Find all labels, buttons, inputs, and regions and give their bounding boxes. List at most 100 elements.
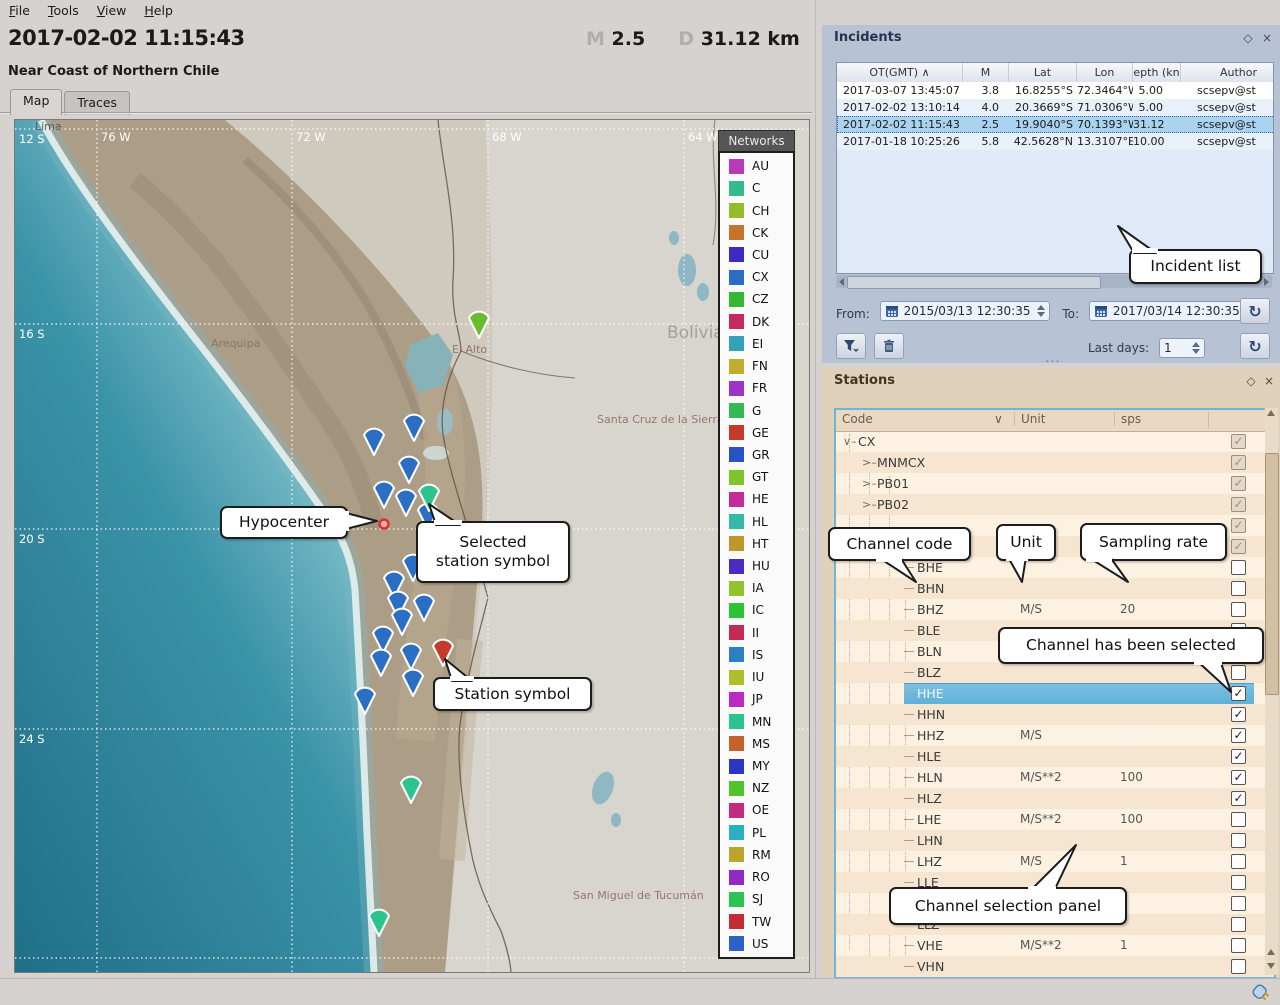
tree-row-PB02[interactable]: >–PB02✓ (836, 494, 1274, 515)
network-color-swatch (729, 803, 744, 818)
incident-row[interactable]: 2017-02-02 13:10:144.020.3669°S71.0306°W… (837, 99, 1274, 116)
tab-bar: MapTraces (10, 89, 132, 113)
tree-row-LHE[interactable]: LHEM/S1 (836, 809, 1274, 830)
channel-checkbox[interactable]: ✓ (1231, 749, 1246, 764)
from-spinner[interactable] (1037, 305, 1045, 317)
incident-row[interactable]: 2017-01-18 10:25:265.842.5628°N13.3107°E… (837, 133, 1274, 150)
channel-checkbox[interactable]: ✓ (1231, 497, 1246, 512)
column-header-lon[interactable]: Lon (1077, 63, 1133, 82)
tree-row-BHZ[interactable]: BHZM/S20 (836, 599, 1274, 620)
channel-checkbox[interactable] (1231, 560, 1246, 575)
tab-map[interactable]: Map (10, 89, 62, 115)
float-icon[interactable]: ◇ (1240, 30, 1256, 46)
channel-code: MNMCX (877, 452, 1276, 473)
network-code: IC (752, 603, 764, 617)
network-color-swatch (729, 647, 744, 662)
channel-checkbox[interactable]: ✓ (1231, 728, 1246, 743)
channel-checkbox[interactable]: ✓ (1231, 791, 1246, 806)
refresh-button[interactable]: ↻ (1240, 298, 1270, 324)
column-header-depth[interactable]: epth (kn (1133, 63, 1181, 82)
tree-row-VHE[interactable]: VHEM/S1/10 (836, 935, 1274, 956)
channel-checkbox[interactable]: ✓ (1231, 455, 1246, 470)
channel-checkbox[interactable]: ✓ (1231, 770, 1246, 785)
network-code: CZ (752, 292, 769, 306)
lat-label: 12 S (19, 132, 45, 146)
channel-checkbox[interactable]: ✓ (1231, 539, 1246, 554)
scroll-up-arrow-2[interactable] (1267, 949, 1275, 955)
expander-collapsed-icon[interactable]: >– (862, 473, 877, 494)
last-days-spinner[interactable] (1192, 342, 1200, 354)
channel-checkbox[interactable] (1231, 938, 1246, 953)
channel-checkbox[interactable]: ✓ (1231, 518, 1246, 533)
menu-item-file[interactable]: File (0, 0, 39, 21)
from-datetime-field[interactable]: 2015/03/13 12:30:35 (880, 301, 1051, 321)
column-header-lat[interactable]: Lat (1009, 63, 1077, 82)
column-header-author[interactable]: Author (1181, 63, 1274, 82)
map-panel[interactable]: 76 W72 W68 W64 W12 S16 S20 S24 S LimaAre… (14, 119, 810, 973)
column-header-otgmt[interactable]: OT(GMT) ∧ (837, 63, 963, 82)
vscroll-thumb[interactable] (1265, 453, 1279, 695)
menu-item-view[interactable]: View (88, 0, 136, 21)
column-header-sps[interactable]: sps (1114, 412, 1141, 426)
scroll-down-arrow[interactable] (1267, 963, 1275, 969)
legend-item-IA: IA (729, 581, 793, 596)
last-days-value[interactable]: 1 (1164, 341, 1172, 355)
channel-checkbox[interactable] (1231, 896, 1246, 911)
tree-row-MNMCX[interactable]: >–MNMCX✓ (836, 452, 1274, 473)
clear-button[interactable] (874, 333, 904, 359)
scroll-up-arrow[interactable] (1267, 410, 1275, 416)
tree-row-PB01[interactable]: >–PB01✓ (836, 473, 1274, 494)
column-header-code[interactable]: Code (842, 412, 873, 426)
map-canvas[interactable]: 76 W72 W68 W64 W12 S16 S20 S24 S LimaAre… (15, 120, 809, 972)
column-header-m[interactable]: M (963, 63, 1009, 82)
tree-row-HLN[interactable]: HLNM/S**2100✓ (836, 767, 1274, 788)
refresh-button-2[interactable]: ↻ (1240, 333, 1270, 359)
close-icon[interactable]: × (1261, 373, 1277, 389)
channel-checkbox[interactable] (1231, 959, 1246, 974)
menu-item-tools[interactable]: Tools (39, 0, 88, 21)
channel-checkbox[interactable] (1231, 581, 1246, 596)
tree-row-CX[interactable]: ∨–CX✓ (836, 431, 1274, 452)
tree-row-HLE[interactable]: HLEM/S**2100✓ (836, 746, 1274, 767)
legend-item-MS: MS (729, 736, 793, 751)
tree-row-VHN[interactable]: VHNM/S1/10 (836, 956, 1274, 977)
legend-item-CU: CU (729, 247, 793, 262)
channel-checkbox[interactable] (1231, 602, 1246, 617)
cell-m: 5.8 (963, 133, 1009, 150)
channel-checkbox[interactable]: ✓ (1231, 476, 1246, 491)
close-icon[interactable]: × (1259, 30, 1275, 46)
expander-expanded-icon[interactable]: ∨– (843, 431, 857, 452)
channel-checkbox[interactable] (1231, 812, 1246, 827)
float-icon[interactable]: ◇ (1243, 373, 1259, 389)
channel-checkbox[interactable] (1231, 875, 1246, 890)
tree-row-HLZ[interactable]: HLZM/S**2100✓ (836, 788, 1274, 809)
incident-table[interactable]: OT(GMT) ∧MLatLonepth (knAuthor2017-03-07… (836, 62, 1274, 274)
legend-item-II: II (729, 625, 793, 640)
expander-collapsed-icon[interactable]: >– (862, 452, 877, 473)
channel-code: LHZ (917, 851, 1276, 872)
expander-collapsed-icon[interactable]: >– (862, 494, 877, 515)
channel-checkbox[interactable] (1231, 917, 1246, 932)
dock-splitter-handle[interactable]: ··· (1042, 361, 1064, 366)
menu-item-help[interactable]: Help (135, 0, 182, 21)
hscroll-thumb[interactable] (847, 276, 1101, 289)
channel-checkbox[interactable]: ✓ (1231, 707, 1246, 722)
channel-checkbox[interactable]: ✓ (1231, 434, 1246, 449)
tree-row-HHN[interactable]: HHNM/S100✓ (836, 704, 1274, 725)
column-sep (1208, 412, 1209, 428)
channel-checkbox[interactable] (1231, 854, 1246, 869)
legend-item-NZ: NZ (729, 781, 793, 796)
stations-vscrollbar[interactable] (1265, 408, 1278, 975)
channel-checkbox[interactable] (1231, 833, 1246, 848)
cell-lon: 72.3464°W (1077, 82, 1133, 99)
from-value[interactable]: 2015/03/13 12:30:35 (904, 304, 1031, 318)
to-datetime-field[interactable]: 2017/03/14 12:30:35 (1089, 301, 1260, 321)
incident-row[interactable]: 2017-03-07 13:45:073.816.8255°S72.3464°W… (837, 82, 1274, 99)
lon-label: 64 W (688, 130, 718, 144)
filter-button[interactable] (836, 333, 866, 359)
to-value[interactable]: 2017/03/14 12:30:35 (1113, 304, 1240, 318)
tree-row-HHZ[interactable]: HHZM/S100✓ (836, 725, 1274, 746)
incident-row[interactable]: 2017-02-02 11:15:432.519.9040°S70.1393°W… (837, 116, 1274, 133)
last-days-field[interactable]: 1 (1159, 338, 1205, 358)
column-header-unit[interactable]: Unit (1014, 412, 1045, 426)
